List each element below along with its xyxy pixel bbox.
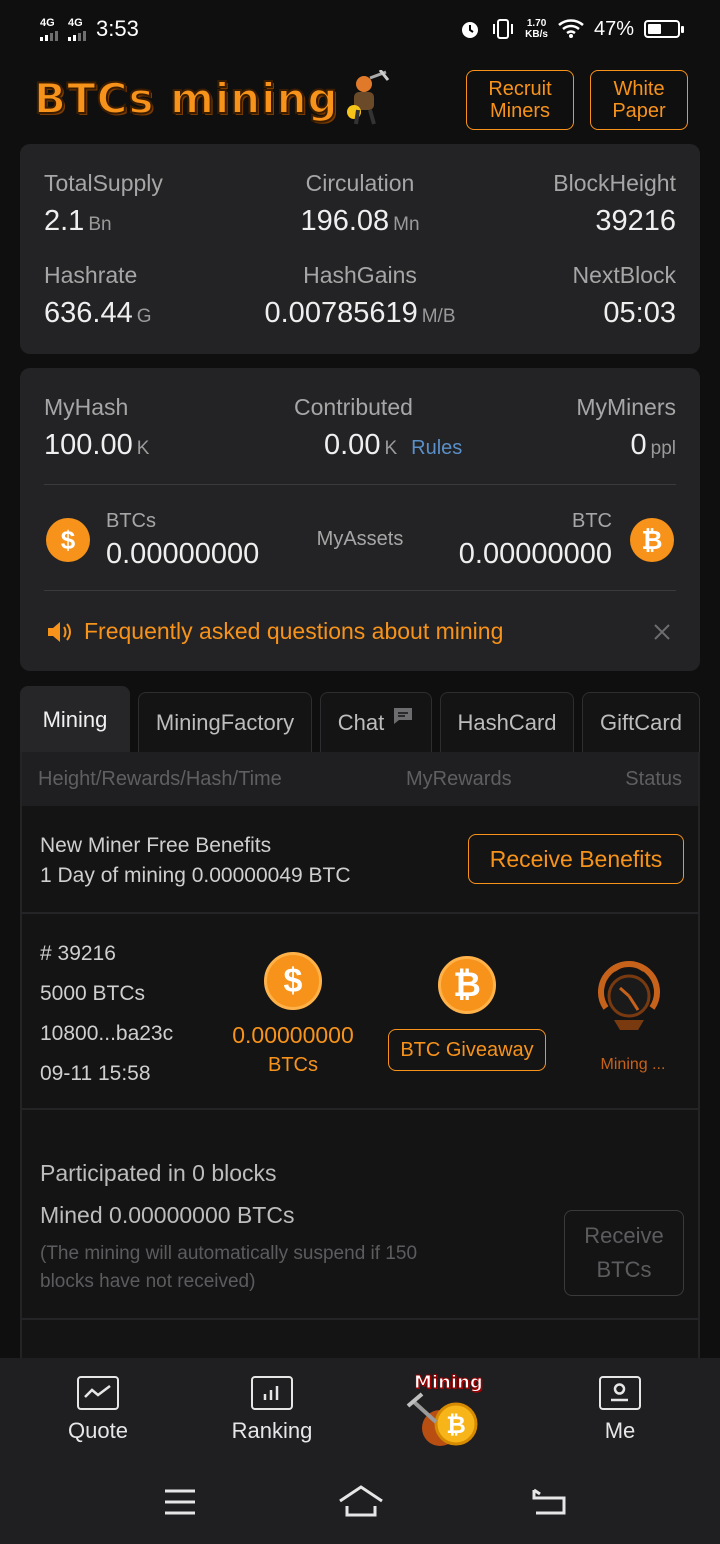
nav-ranking-label: Ranking: [231, 1418, 313, 1443]
hash-gains-stat: HashGains 0.00785619 M/B: [264, 262, 456, 329]
divider: [44, 484, 676, 485]
column-header-my-rewards: MyRewards: [406, 768, 512, 790]
participated-text: Participated in 0 blocks: [40, 1160, 277, 1186]
block-time: 09-11 15:58: [40, 1062, 151, 1085]
block-height-stat: BlockHeight 39216: [553, 170, 676, 237]
nav-me-label: Me: [604, 1418, 636, 1443]
wifi-icon: [558, 19, 584, 38]
nav-quote-label: Quote: [68, 1418, 128, 1443]
block-reward: 5000 BTCs: [40, 982, 146, 1005]
signal-icon: 4G: [68, 17, 86, 41]
close-icon[interactable]: [650, 620, 674, 644]
suspend-note: (The mining will automatically suspend i…: [40, 1243, 418, 1292]
my-miners-stat: MyMiners 0 ppl: [576, 394, 676, 461]
svg-text:₿: ₿: [446, 1411, 466, 1439]
block-hash: 10800...ba23c: [40, 1022, 174, 1045]
btc-asset-label: BTC: [572, 510, 612, 532]
mining-status: Mining ...: [600, 1056, 666, 1073]
signal-icon: 4G: [40, 17, 58, 41]
nav-me[interactable]: Me: [560, 1376, 680, 1444]
white-paper-button[interactable]: White Paper: [590, 70, 688, 130]
bar-chart-icon: [251, 1376, 293, 1410]
tab-gift-card[interactable]: GiftCard: [582, 692, 700, 752]
miner-mascot-icon: [347, 70, 390, 125]
mining-gauge-icon: [598, 961, 660, 1030]
tab-chat-label: Chat: [337, 709, 385, 735]
my-assets-label: MyAssets: [316, 528, 404, 550]
circulation-stat: Circulation 196.08 Mn: [300, 170, 420, 237]
table-header: Height/Rewards/Hash/Time MyRewards Statu…: [22, 752, 698, 806]
back-icon[interactable]: [530, 1486, 568, 1516]
row-divider: [22, 1108, 698, 1110]
clock: 3:53: [96, 16, 139, 41]
my-reward-value: 0.00000000: [232, 1022, 354, 1048]
next-block-stat: NextBlock 05:03: [572, 262, 676, 329]
tab-mining-factory[interactable]: MiningFactory: [138, 692, 312, 752]
rules-link[interactable]: Rules: [411, 437, 462, 459]
column-header-height: Height/Rewards/Hash/Time: [38, 768, 282, 790]
receive-btcs-button[interactable]: Receive BTCs: [564, 1210, 684, 1296]
btcs-dollar-coin-icon: $: [264, 952, 322, 1010]
total-supply-stat: TotalSupply 2.1 Bn: [44, 170, 163, 237]
home-icon[interactable]: [337, 1484, 385, 1518]
bitcoin-coin-icon: ₿: [630, 518, 674, 562]
chat-bubble-icon: [394, 707, 413, 724]
bitcoin-coin-icon: ₿: [438, 956, 496, 1014]
column-header-status: Status: [625, 768, 682, 790]
btcs-asset-value: 0.00000000: [106, 538, 260, 570]
nav-ranking[interactable]: Ranking: [212, 1376, 332, 1444]
menu-icon[interactable]: [163, 1488, 197, 1516]
tab-bar: Mining MiningFactory Chat HashCard GiftC…: [20, 686, 700, 752]
btcs-dollar-coin-icon: $: [46, 518, 90, 562]
receive-benefits-button[interactable]: Receive Benefits: [468, 834, 684, 884]
network-speed: 1.70 KB/s: [525, 18, 548, 40]
network-stats-card: TotalSupply 2.1 Bn Circulation 196.08 Mn B…: [20, 144, 700, 354]
mining-badge-label: Mining: [414, 1372, 484, 1394]
block-height: # 39216: [40, 942, 116, 965]
contributed-stat: Contributed 0.00 K Rules: [294, 394, 463, 461]
hashrate-stat: Hashrate 636.44 G: [44, 262, 152, 329]
row-divider: [22, 1318, 698, 1320]
status-bar: 4G 4G 3:53 1.70 KB/s 47%: [0, 0, 720, 58]
tab-mining[interactable]: Mining: [20, 686, 130, 752]
nav-mining[interactable]: ₿ Mining: [400, 1372, 496, 1452]
divider: [44, 590, 676, 591]
profile-icon: [599, 1376, 641, 1410]
app-logo: BTCs mining: [33, 73, 339, 124]
nav-quote[interactable]: Quote: [38, 1376, 158, 1444]
benefit-title: New Miner Free Benefits: [40, 834, 272, 857]
alarm-icon: [462, 22, 479, 38]
app-header: BTCs mining Recruit Miners White Paper: [0, 62, 720, 142]
recruit-miners-button[interactable]: Recruit Miners: [466, 70, 574, 130]
btc-asset-value: 0.00000000: [458, 538, 612, 570]
tab-chat[interactable]: Chat: [320, 692, 432, 752]
faq-text: Frequently asked questions about mining: [84, 618, 504, 644]
bottom-navigation: Quote Ranking ₿ Mining Me: [0, 1358, 720, 1458]
system-navigation-bar: [0, 1458, 720, 1544]
my-mining-card: MyHash 100.00 K Contributed 0.00 K Rules My…: [20, 368, 700, 671]
speaker-icon: [48, 621, 71, 642]
btc-giveaway-button[interactable]: BTC Giveaway: [388, 1029, 546, 1071]
chart-line-icon: [77, 1376, 119, 1410]
benefit-subtitle: 1 Day of mining 0.00000049 BTC: [40, 864, 351, 887]
faq-link[interactable]: Frequently asked questions about mining: [46, 618, 503, 645]
battery-percent: 47%: [593, 17, 634, 40]
row-divider: [22, 912, 698, 914]
btcs-asset-label: BTCs: [106, 510, 156, 532]
vibrate-icon: [493, 19, 514, 39]
battery-icon: [644, 20, 684, 38]
mining-panel: Height/Rewards/Hash/Time MyRewards Statu…: [20, 752, 700, 1358]
my-reward-unit: BTCs: [268, 1054, 318, 1076]
my-hash-stat: MyHash 100.00 K: [44, 394, 150, 461]
mined-text: Mined 0.00000000 BTCs: [40, 1202, 295, 1228]
tab-hash-card[interactable]: HashCard: [440, 692, 574, 752]
